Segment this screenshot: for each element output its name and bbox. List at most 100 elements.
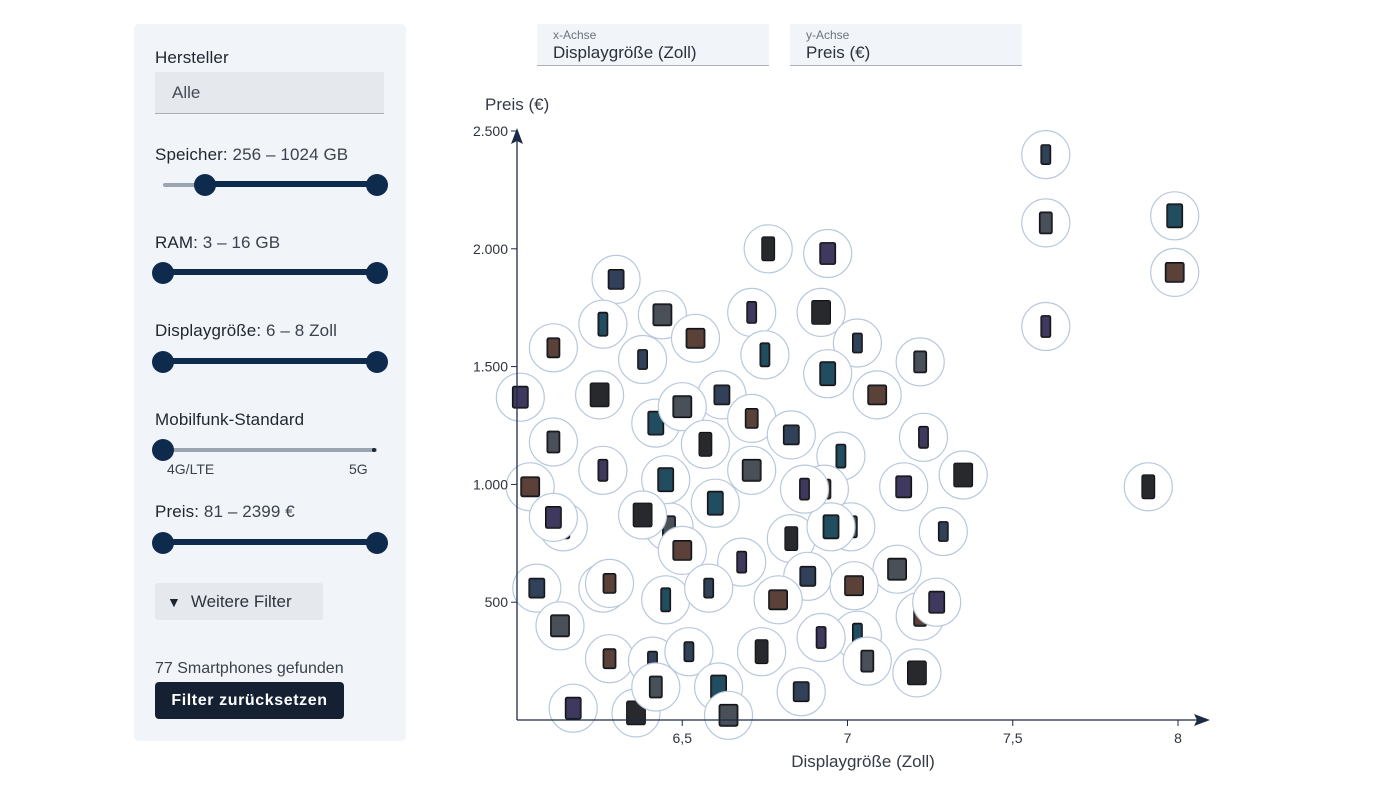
x-tick-label: 7 — [844, 730, 852, 746]
phone-screen-icon — [761, 344, 769, 366]
phone-screen-icon — [1143, 476, 1154, 498]
phone-screen-icon — [599, 460, 607, 480]
phone-point[interactable] — [617, 490, 668, 540]
x-tick-label: 7,5 — [1003, 730, 1023, 746]
phone-point[interactable] — [548, 683, 598, 733]
phone-point[interactable] — [631, 662, 681, 712]
phone-point[interactable] — [912, 577, 962, 627]
phone-point[interactable] — [803, 349, 853, 399]
phone-screen-icon — [1040, 213, 1051, 233]
phone-screen-icon — [824, 516, 838, 538]
phone-screen-icon — [738, 552, 746, 572]
phone-screen-icon — [889, 559, 906, 579]
phone-point[interactable] — [895, 337, 945, 387]
phone-point[interactable] — [779, 464, 830, 514]
phone-screen-icon — [930, 592, 944, 612]
phone-screen-icon — [939, 523, 947, 540]
phone-screen-icon — [659, 469, 673, 491]
phone-point[interactable] — [938, 450, 988, 500]
phone-point[interactable] — [753, 575, 803, 625]
phone-point[interactable] — [591, 254, 641, 304]
phone-screen-icon — [662, 589, 670, 611]
phone-screen-icon — [687, 329, 704, 347]
phone-point[interactable] — [852, 370, 902, 420]
phone-point[interactable] — [740, 330, 790, 380]
phone-point[interactable] — [495, 372, 545, 422]
phone-screen-icon — [748, 302, 756, 322]
phone-point[interactable] — [1021, 301, 1071, 352]
phone-point[interactable] — [703, 690, 754, 740]
phone-point[interactable] — [641, 575, 691, 625]
phone-point[interactable] — [743, 224, 793, 274]
phone-screen-icon — [685, 643, 693, 661]
phone-point[interactable] — [898, 412, 949, 462]
phone-point[interactable] — [528, 417, 579, 467]
phone-screen-icon — [837, 445, 845, 467]
phone-point[interactable] — [578, 445, 628, 495]
phone-point[interactable] — [528, 323, 579, 373]
phone-point[interactable] — [736, 627, 787, 677]
phone-screen-icon — [908, 662, 925, 684]
phone-point[interactable] — [872, 544, 922, 594]
y-tick-label: 1.500 — [473, 359, 508, 375]
phone-point[interactable] — [766, 410, 816, 460]
phone-point[interactable] — [684, 563, 734, 613]
phone-screen-icon — [591, 384, 608, 406]
phone-screen-icon — [955, 464, 972, 486]
phone-point[interactable] — [803, 228, 853, 279]
phone-point[interactable] — [842, 636, 892, 686]
phone-point[interactable] — [528, 492, 579, 543]
x-tick-label: 8 — [1174, 730, 1182, 746]
phone-screen-icon — [708, 492, 722, 514]
phone-point[interactable] — [690, 478, 740, 528]
phone-screen-icon — [915, 352, 926, 372]
phone-point[interactable] — [1123, 462, 1173, 512]
phone-screen-icon — [786, 528, 797, 550]
phone-screen-icon — [609, 270, 623, 288]
y-tick-label: 2.500 — [473, 123, 508, 139]
phone-point[interactable] — [1021, 130, 1071, 180]
phone-point[interactable] — [918, 506, 968, 557]
phone-screen-icon — [654, 305, 671, 325]
phone-point[interactable] — [680, 419, 731, 469]
phone-point[interactable] — [727, 445, 777, 495]
y-tick-label: 500 — [485, 594, 509, 610]
y-tick-label: 1.000 — [473, 476, 508, 492]
phone-screen-icon — [756, 641, 767, 663]
phone-point[interactable] — [535, 601, 585, 651]
phone-point[interactable] — [796, 612, 846, 663]
phone-screen-icon — [546, 507, 560, 527]
phone-point[interactable] — [1021, 198, 1071, 248]
phone-point[interactable] — [829, 561, 879, 611]
y-axis-title: Preis (€) — [485, 95, 549, 114]
phone-point[interactable] — [727, 287, 777, 337]
phone-point[interactable] — [776, 667, 826, 717]
phone-screen-icon — [634, 504, 651, 526]
phone-screen-icon — [552, 616, 568, 636]
phone-screen-icon — [1042, 317, 1050, 336]
phone-point[interactable] — [892, 648, 942, 698]
phone-screen-icon — [821, 363, 835, 385]
phone-point[interactable] — [584, 634, 635, 684]
phone-screen-icon — [743, 460, 760, 480]
y-tick-label: 2.000 — [473, 241, 508, 257]
phone-point[interactable] — [670, 313, 721, 363]
phone-point[interactable] — [584, 558, 635, 609]
phone-screen-icon — [746, 409, 757, 427]
phone-screen-icon — [674, 397, 691, 417]
phone-screen-icon — [784, 426, 798, 444]
phone-screen-icon — [817, 628, 825, 647]
phone-screen-icon — [650, 677, 661, 697]
phone-point[interactable] — [617, 334, 668, 385]
phone-screen-icon — [604, 650, 615, 668]
phone-screen-icon — [513, 387, 527, 407]
phone-screen-icon — [813, 301, 830, 323]
phone-point[interactable] — [879, 462, 929, 512]
phone-point[interactable] — [1150, 191, 1200, 241]
phone-screen-icon — [1166, 263, 1183, 281]
phone-screen-icon — [770, 591, 787, 609]
phone-point[interactable] — [578, 299, 628, 349]
phone-point[interactable] — [1150, 247, 1200, 297]
phone-point[interactable] — [574, 370, 625, 420]
phone-screen-icon — [794, 683, 808, 701]
